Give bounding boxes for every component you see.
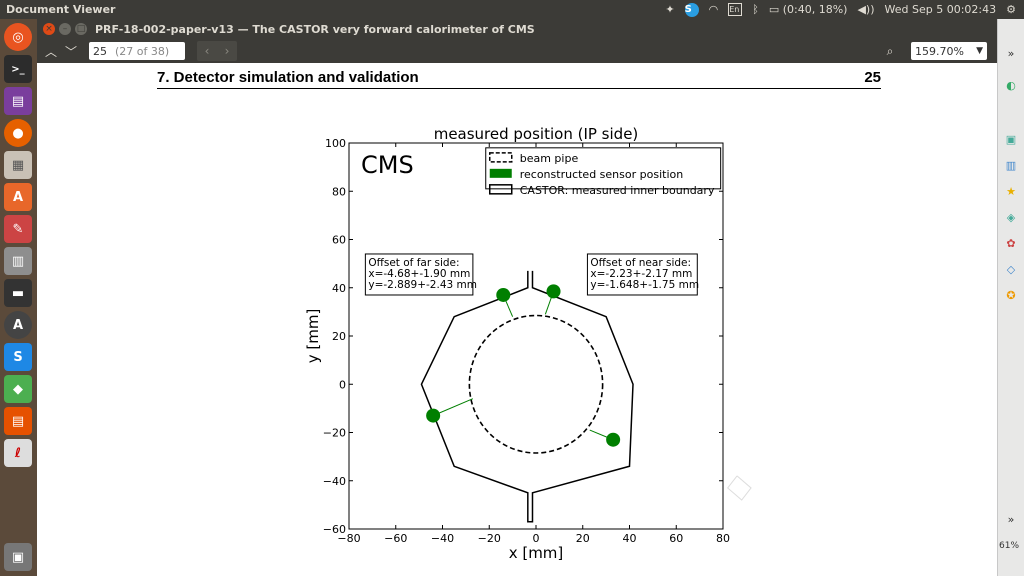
back-chevron-icon[interactable]: ‹ — [197, 41, 217, 61]
clock[interactable]: Wed Sep 5 00:02:43 — [885, 3, 997, 16]
updater-icon[interactable]: A — [4, 311, 32, 339]
skype-launcher-icon[interactable]: S — [4, 343, 32, 371]
firefox-icon[interactable]: ● — [4, 119, 32, 147]
document-icon[interactable]: ▤ — [4, 407, 32, 435]
sensor-point — [426, 408, 441, 423]
dash-home-icon[interactable]: ◎ — [4, 23, 32, 51]
panel-tool-4-icon[interactable]: ◈ — [1002, 209, 1020, 227]
x-tick-label: 60 — [669, 532, 683, 545]
settings-gear-icon[interactable]: ⚙ — [1006, 3, 1016, 16]
y-tick-label: −20 — [323, 427, 346, 440]
y-tick-label: 100 — [325, 137, 346, 150]
offset-annotation-line: y=-1.648+-1.75 mm — [590, 279, 699, 291]
y-tick-label: 20 — [332, 330, 346, 343]
sensor-point — [496, 287, 511, 302]
system-tools-icon[interactable]: ✎ — [4, 215, 32, 243]
document-viewer-icon[interactable]: ℓ — [4, 439, 32, 467]
window-title: PRF-18-002-paper-v13 — The CASTOR very f… — [95, 22, 535, 36]
forward-chevron-icon[interactable]: › — [217, 41, 237, 61]
volume-icon[interactable]: ◀)) — [857, 3, 874, 16]
offset-annotation-line: y=-2.889+-2.43 mm — [368, 279, 477, 291]
plot-frame — [348, 142, 724, 530]
y-tick-label: 60 — [332, 234, 346, 247]
zoom-select[interactable]: 159.70% ▼ — [911, 42, 987, 60]
bluetooth-icon[interactable]: ᛒ — [752, 3, 759, 16]
y-tick-label: −60 — [323, 523, 346, 536]
files-icon[interactable]: ▦ — [4, 151, 32, 179]
right-side-panel: » ◐ ▣ ▥ ★ ◈ ✿ ◇ ✪ » 61% — [997, 19, 1024, 576]
launcher: ◎ >_ ▤ ● ▦ A ✎ ▥ ▬ A S ◆ ▤ ℓ ▣ — [0, 19, 37, 576]
panel-tool-3-icon[interactable]: ▥ — [1002, 157, 1020, 175]
x-tick-label: 20 — [576, 532, 590, 545]
cms-label: CMS — [361, 151, 414, 179]
drive-icon[interactable]: ▬ — [4, 279, 32, 307]
x-tick-label: −60 — [384, 532, 407, 545]
wifi-icon[interactable]: ◠ — [709, 3, 719, 16]
document-viewer-window: × – □ PRF-18-002-paper-v13 — The CASTOR … — [37, 19, 997, 576]
panel-zoom-label: 61% — [999, 541, 1020, 551]
y-axis-label: y [mm] — [304, 309, 322, 364]
page-count-label: (27 of 38) — [115, 44, 170, 58]
zoom-value: 159.70% — [915, 44, 964, 58]
star-icon[interactable]: ★ — [1002, 183, 1020, 201]
x-axis-label: x [mm] — [509, 544, 564, 562]
legend-swatch-sensor — [489, 168, 512, 178]
x-tick-label: −20 — [478, 532, 501, 545]
app-title: Document Viewer — [6, 3, 116, 16]
close-window-button[interactable]: × — [43, 23, 55, 35]
x-tick-label: 40 — [623, 532, 637, 545]
y-tick-label: 0 — [339, 378, 346, 391]
software-center-icon[interactable]: A — [4, 183, 32, 211]
y-tick-label: 40 — [332, 282, 346, 295]
x-tick-label: 80 — [716, 532, 730, 545]
legend-entry: reconstructed sensor position — [520, 168, 683, 181]
y-tick-label: −40 — [323, 475, 346, 488]
viewer-toolbar: ︿ ﹀ 25 (27 of 38) ‹ › ⌕ 159.70% ▼ — [37, 39, 997, 63]
system-top-bar: Document Viewer ✦ S ◠ En ᛒ ▭ (0:40, 18%)… — [0, 0, 1024, 19]
panel-collapse-icon[interactable]: » — [1002, 511, 1020, 529]
window-titlebar: × – □ PRF-18-002-paper-v13 — The CASTOR … — [37, 19, 997, 39]
panel-expand-icon[interactable]: » — [1002, 45, 1020, 63]
keyboard-layout-indicator[interactable]: En — [728, 3, 743, 16]
app-launcher-purple-icon[interactable]: ▤ — [4, 87, 32, 115]
image-viewer-icon[interactable]: ◆ — [4, 375, 32, 403]
faint-page-artifact — [726, 475, 752, 501]
maximize-window-button[interactable]: □ — [75, 23, 87, 35]
minimize-window-button[interactable]: – — [59, 23, 71, 35]
chevron-down-icon: ▼ — [976, 46, 983, 56]
indicator-area: ✦ S ◠ En ᛒ ▭ (0:40, 18%) ◀)) Wed Sep 5 0… — [665, 2, 1024, 17]
battery-text: (0:40, 18%) — [782, 3, 848, 16]
dropbox-icon[interactable]: ✦ — [665, 3, 674, 16]
panel-tool-1-icon[interactable]: ◐ — [1002, 77, 1020, 95]
battery-icon: ▭ — [768, 3, 780, 16]
page-number-value: 25 — [93, 44, 107, 58]
x-tick-label: −40 — [431, 532, 454, 545]
archive-icon[interactable]: ▥ — [4, 247, 32, 275]
y-tick-label: 80 — [332, 185, 346, 198]
panel-tool-6-icon[interactable]: ◇ — [1002, 261, 1020, 279]
beam-pipe-circle — [468, 314, 604, 454]
sensor-point — [546, 284, 561, 299]
next-page-down-icon[interactable]: ﹀ — [61, 41, 81, 61]
battery-indicator[interactable]: ▭ (0:40, 18%) — [769, 3, 848, 16]
legend-entry: beam pipe — [520, 152, 579, 165]
document-page: 7. Detector simulation and validation 25… — [37, 63, 997, 576]
castor-position-chart: measured position (IP side)−80 −60 −40 −20 0… — [304, 125, 752, 562]
panel-tool-2-icon[interactable]: ▣ — [1002, 131, 1020, 149]
history-nav: ‹ › — [197, 41, 237, 61]
terminal-icon[interactable]: >_ — [4, 55, 32, 83]
sensor-point — [606, 432, 621, 447]
search-icon[interactable]: ⌕ — [880, 41, 900, 61]
trash-icon[interactable]: ▣ — [4, 543, 32, 571]
previous-page-up-icon[interactable]: ︿ — [41, 41, 61, 61]
chart-title: measured position (IP side) — [434, 125, 639, 143]
legend-entry: CASTOR: measured inner boundary — [520, 184, 715, 197]
panel-tool-5-icon[interactable]: ✿ — [1002, 235, 1020, 253]
skype-icon[interactable]: S — [684, 2, 699, 17]
page-number-field[interactable]: 25 (27 of 38) — [89, 42, 185, 60]
compass-icon[interactable]: ✪ — [1002, 287, 1020, 305]
